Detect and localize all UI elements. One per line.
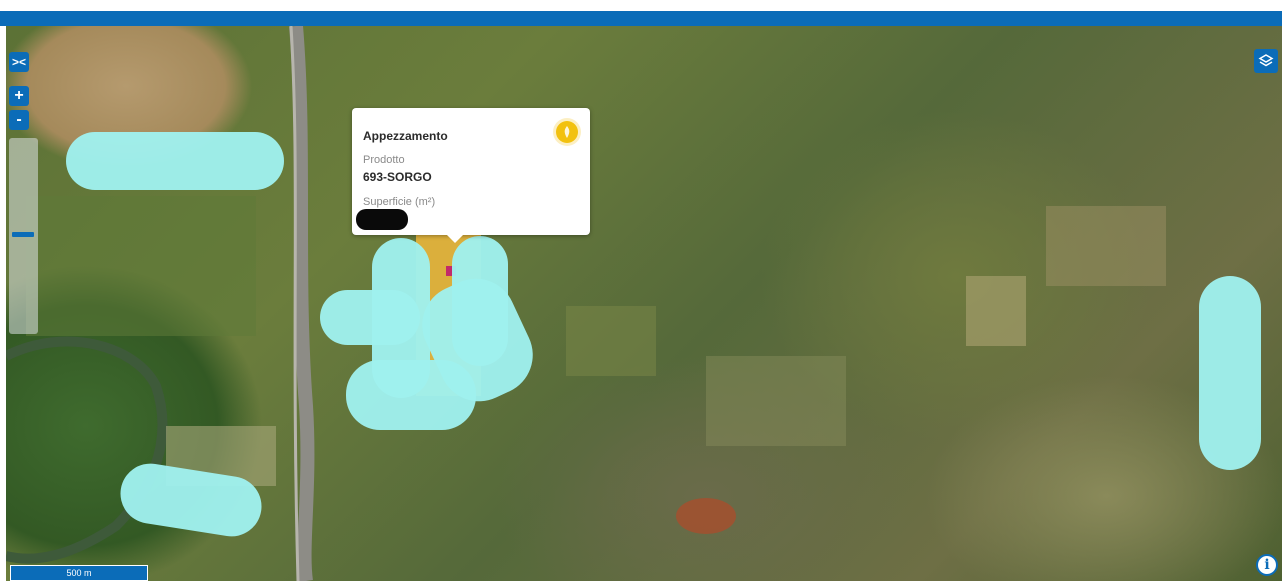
zoom-slider[interactable] — [9, 138, 38, 334]
surface-value-redacted — [356, 209, 408, 230]
redaction-mark — [1199, 276, 1261, 470]
product-value: 693-SORGO — [363, 170, 432, 184]
layers-button[interactable] — [1254, 49, 1278, 73]
info-label: i — [1264, 557, 1270, 573]
product-label: Prodotto — [363, 154, 405, 166]
layers-icon — [1258, 54, 1274, 67]
parcel-popup: Appezzamento Prodotto 693-SORGO Superfic… — [352, 108, 590, 243]
surface-label: Superficie (m²) — [363, 196, 436, 208]
zoom-out-label: - — [16, 111, 22, 128]
top-bar — [0, 11, 1282, 26]
chevrons-icon: >< — [11, 55, 26, 69]
zoom-out-button[interactable]: - — [9, 110, 29, 130]
redaction-mark — [66, 132, 284, 190]
scale-label: 500 m — [66, 568, 92, 578]
info-button[interactable]: i — [1256, 554, 1278, 576]
scale-bar: 500 m — [10, 565, 148, 581]
zoom-slider-handle[interactable] — [12, 232, 34, 237]
zoom-in-button[interactable]: + — [9, 86, 29, 106]
zoom-in-label: + — [14, 87, 24, 104]
collapse-panel-button[interactable]: >< — [9, 52, 29, 72]
parcel-marker-icon — [556, 121, 578, 143]
popup-title: Appezzamento — [363, 129, 448, 143]
